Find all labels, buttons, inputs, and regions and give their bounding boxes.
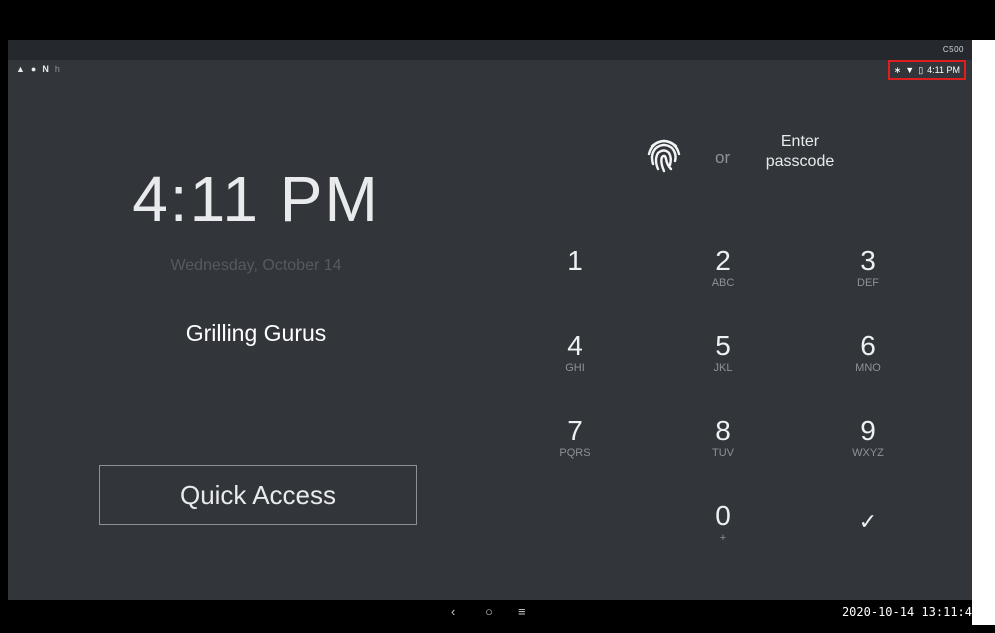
key-5[interactable]: 5 JKL — [683, 330, 763, 390]
quick-access-button[interactable]: Quick Access — [99, 465, 417, 525]
key-6[interactable]: 6 MNO — [828, 330, 908, 390]
key-letters: MNO — [855, 362, 881, 374]
key-letters: + — [719, 532, 727, 544]
key-2[interactable]: 2 ABC — [683, 245, 763, 305]
notification-icons: ▲ ● N h — [16, 63, 60, 75]
navigation-bar: ‹ ○ ≡ 2020-10-14 13:11:4 — [8, 600, 972, 625]
left-border — [0, 40, 8, 633]
n-icon: N — [42, 64, 49, 74]
recording-timestamp: 2020-10-14 13:11:4 — [841, 605, 972, 619]
small-icon: h — [54, 64, 60, 74]
key-9[interactable]: 9 WXYZ — [828, 415, 908, 475]
camera-overlay-strip: C500 — [8, 40, 972, 60]
home-button[interactable]: ○ — [485, 604, 493, 619]
key-3[interactable]: 3 DEF — [828, 245, 908, 305]
key-digit: 8 — [715, 415, 731, 446]
key-7[interactable]: 7 PQRS — [535, 415, 615, 475]
capture-frame: C500 ▲ ● N h ∗ ▼ ▯ 4:11 PM 4:11 PM Wedne… — [0, 0, 995, 633]
key-letters: ABC — [711, 277, 735, 289]
key-letters: WXYZ — [852, 447, 884, 459]
top-letterbox — [0, 0, 995, 40]
fingerprint-icon[interactable] — [644, 134, 684, 174]
wifi-icon: ▼ — [905, 65, 915, 75]
key-digit: 1 — [567, 245, 583, 276]
key-letters: PQRS — [559, 447, 591, 459]
recents-button[interactable]: ≡ — [518, 604, 526, 619]
key-letters: JKL — [713, 362, 733, 374]
camera-label: C500 — [942, 45, 964, 54]
key-digit: 9 — [860, 415, 876, 446]
lockscreen-date: Wednesday, October 14 — [170, 257, 342, 274]
key-digit: 3 — [860, 245, 876, 276]
battery-icon: ▯ — [918, 65, 924, 75]
enter-passcode-label: Enter passcode — [750, 132, 850, 172]
enter-key[interactable]: ✓ — [828, 500, 908, 560]
key-letters: TUV — [712, 447, 734, 459]
fire-icon: ● — [30, 64, 37, 74]
key-digit: 7 — [567, 415, 583, 446]
key-digit: 2 — [715, 245, 731, 276]
key-8[interactable]: 8 TUV — [683, 415, 763, 475]
device-screen: C500 ▲ ● N h ∗ ▼ ▯ 4:11 PM 4:11 PM Wedne… — [8, 40, 972, 600]
bluetooth-icon: ∗ — [893, 65, 902, 75]
key-letters: DEF — [857, 277, 879, 289]
right-margin — [972, 40, 995, 625]
lockscreen-clock: 4:11 PM — [132, 163, 380, 235]
back-button[interactable]: ‹ — [451, 604, 455, 619]
key-0[interactable]: 0 + — [683, 500, 763, 560]
key-1[interactable]: 1 — [535, 245, 615, 305]
key-digit: 6 — [860, 330, 876, 361]
key-digit: 0 — [715, 500, 731, 531]
key-digit: 5 — [715, 330, 731, 361]
status-icons-highlight: ∗ ▼ ▯ 4:11 PM — [887, 60, 966, 80]
key-digit: 4 — [567, 330, 583, 361]
check-icon: ✓ — [858, 509, 878, 534]
passcode-label: passcode — [765, 153, 835, 170]
status-bar: ▲ ● N h ∗ ▼ ▯ 4:11 PM — [8, 60, 972, 80]
warning-icon: ▲ — [16, 64, 25, 74]
status-time: 4:11 PM — [927, 65, 960, 75]
enter-label: Enter — [780, 133, 820, 150]
key-4[interactable]: 4 GHI — [535, 330, 615, 390]
owner-info: Grilling Gurus — [185, 320, 327, 346]
key-letters: GHI — [565, 362, 585, 374]
unlock-or-label: or — [715, 148, 731, 167]
bottom-border — [0, 625, 995, 633]
